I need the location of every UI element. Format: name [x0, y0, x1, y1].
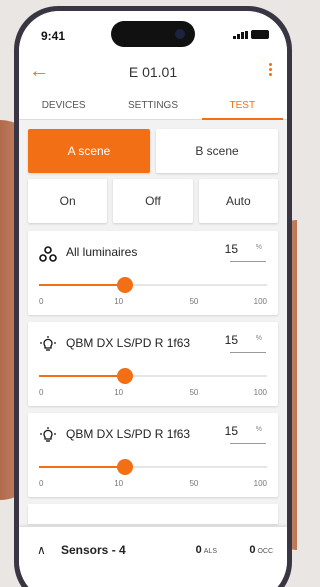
level-slider[interactable]	[39, 368, 267, 384]
level-unit: %	[255, 244, 262, 251]
tick-label: 100	[253, 388, 267, 397]
als-unit: ALS	[203, 548, 217, 555]
tick-label: 0	[39, 297, 44, 306]
tab-settings[interactable]: SETTINGS	[108, 93, 197, 119]
light-bulb-icon	[40, 427, 56, 442]
tick-label: 10	[114, 297, 124, 306]
tick-label: 10	[114, 388, 124, 397]
test-content: A scene B scene On Off Auto All luminair…	[19, 120, 287, 524]
occ-value: 0	[249, 544, 256, 556]
slider-fill	[39, 284, 125, 286]
luminaire-group-icon	[39, 246, 57, 262]
slider-thumb[interactable]	[116, 368, 133, 384]
level-input[interactable]: 15	[225, 242, 238, 256]
tick-label: 100	[253, 297, 267, 306]
occ-readout: 0 OCC	[249, 544, 273, 556]
tick-label: 0	[39, 479, 44, 488]
tick-label: 50	[189, 388, 199, 397]
input-underline	[230, 261, 266, 262]
kebab-menu-icon[interactable]	[269, 63, 273, 79]
slider-ticks: 0 10 50 100	[39, 297, 267, 307]
auto-button[interactable]: Auto	[198, 179, 278, 223]
level-unit: %	[255, 426, 262, 433]
luminaire-card: All luminaires 15 % 0 10 50 100	[28, 231, 278, 315]
luminaire-card-partial	[28, 504, 278, 524]
app-bar: ← E 01.01	[19, 53, 287, 93]
card-label: QBM DX LS/PD R 1f63	[66, 336, 191, 350]
chevron-up-icon[interactable]: ∧	[37, 543, 46, 557]
input-underline	[230, 352, 266, 353]
level-slider[interactable]	[39, 277, 267, 293]
level-input[interactable]: 15	[225, 333, 238, 347]
sensors-bar[interactable]: ∧ Sensors - 4 0 ALS 0 OCC	[19, 527, 287, 587]
sensors-label: Sensors - 4	[61, 543, 126, 557]
phone-frame: 9:41 ← E 01.01 DEVICES SETTINGS TEST A s…	[14, 6, 292, 587]
mode-row: On Off Auto	[28, 179, 278, 223]
tick-label: 0	[39, 388, 44, 397]
off-button[interactable]: Off	[113, 179, 193, 223]
a-scene-button[interactable]: A scene	[28, 129, 150, 173]
status-time: 9:41	[41, 29, 66, 43]
light-bulb-icon	[40, 336, 56, 351]
slider-thumb[interactable]	[116, 277, 133, 293]
tab-devices[interactable]: DEVICES	[19, 93, 108, 119]
slider-fill	[39, 466, 125, 468]
dynamic-island	[111, 21, 195, 47]
luminaire-card: QBM DX LS/PD R 1f63 15 % 0 10 50 100	[28, 413, 278, 497]
level-slider[interactable]	[39, 459, 267, 475]
tick-label: 50	[189, 479, 199, 488]
camera-icon	[175, 29, 185, 39]
slider-fill	[39, 375, 125, 377]
on-button[interactable]: On	[28, 179, 108, 223]
scene-row: A scene B scene	[28, 129, 278, 173]
page-title: E 01.01	[128, 64, 178, 80]
tab-bar: DEVICES SETTINGS TEST	[19, 93, 287, 120]
level-input[interactable]: 15	[225, 424, 238, 438]
battery-icon	[251, 30, 269, 39]
als-value: 0	[195, 544, 202, 556]
slider-ticks: 0 10 50 100	[39, 388, 267, 398]
card-label: QBM DX LS/PD R 1f63	[66, 427, 191, 441]
signal-icon	[233, 31, 248, 39]
als-readout: 0 ALS	[196, 544, 217, 556]
b-scene-button[interactable]: B scene	[156, 129, 278, 173]
phone-screen: 9:41 ← E 01.01 DEVICES SETTINGS TEST A s…	[19, 11, 287, 587]
tick-label: 100	[253, 479, 267, 488]
input-underline	[230, 443, 266, 444]
slider-ticks: 0 10 50 100	[39, 479, 267, 489]
tick-label: 50	[189, 297, 199, 306]
card-label: All luminaires	[66, 245, 138, 259]
slider-thumb[interactable]	[116, 459, 133, 475]
occ-unit: OCC	[257, 548, 273, 555]
tab-test[interactable]: TEST	[198, 93, 287, 120]
tick-label: 10	[114, 479, 124, 488]
status-bar: 9:41	[19, 11, 287, 53]
level-unit: %	[255, 335, 262, 342]
luminaire-card: QBM DX LS/PD R 1f63 15 % 0 10 50 100	[28, 322, 278, 406]
